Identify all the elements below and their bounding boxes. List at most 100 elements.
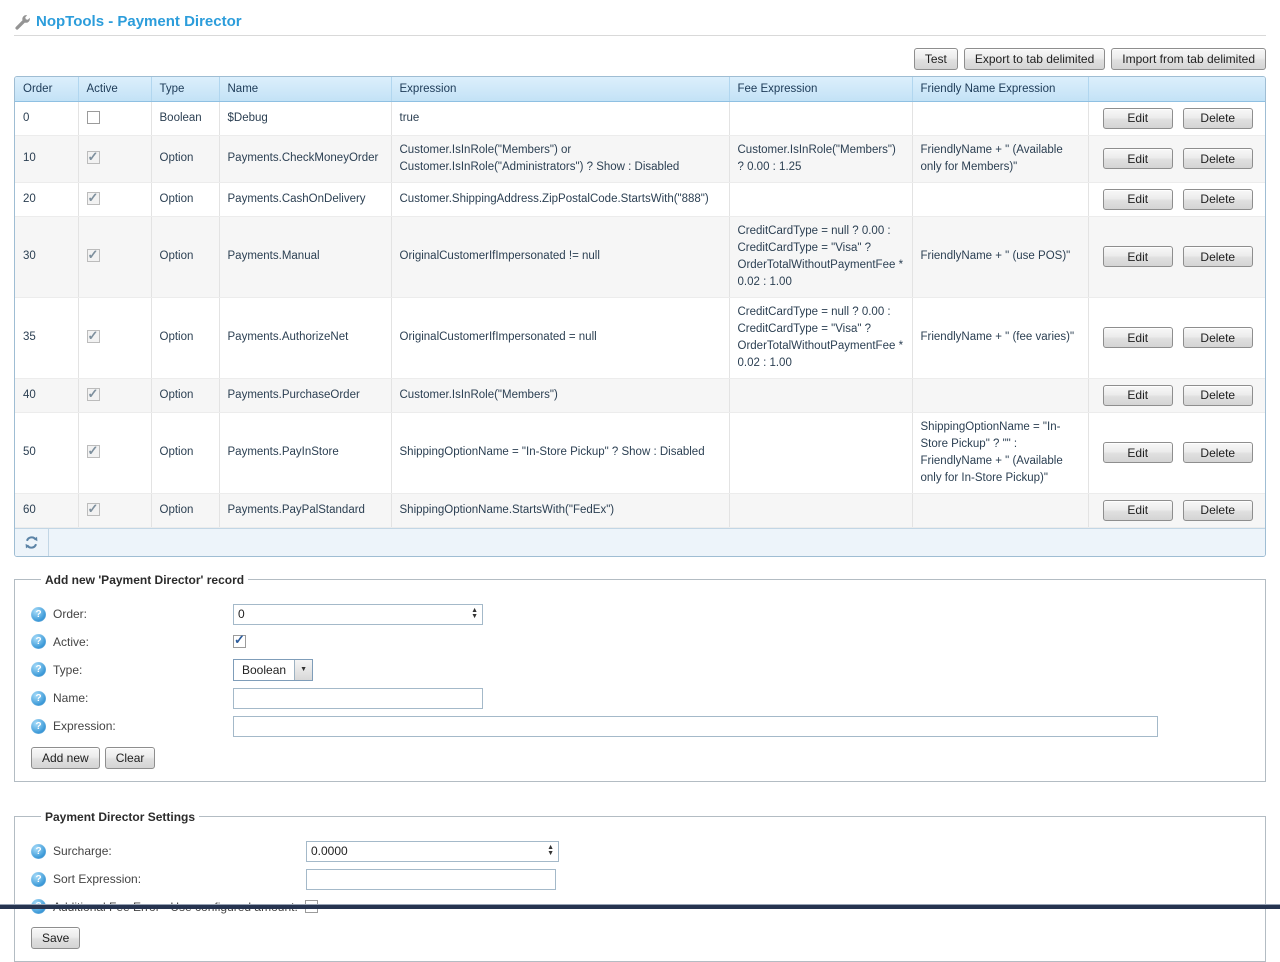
- active-checkbox: [87, 151, 100, 164]
- sort-expression-input[interactable]: [306, 869, 556, 890]
- cell-friendly-name-expression: FriendlyName + " (Available only for Mem…: [912, 135, 1088, 182]
- name-label: Name:: [53, 691, 88, 705]
- cell-type: Option: [151, 216, 219, 297]
- add-new-button[interactable]: Add new: [31, 747, 100, 769]
- cell-expression: Customer.ShippingAddress.ZipPostalCode.S…: [391, 182, 729, 216]
- help-icon[interactable]: [31, 719, 46, 734]
- col-header-name: Name: [219, 77, 391, 101]
- edit-button[interactable]: Edit: [1103, 148, 1173, 169]
- refresh-icon: [24, 538, 39, 553]
- delete-button[interactable]: Delete: [1183, 385, 1253, 406]
- cell-friendly-name-expression: [912, 182, 1088, 216]
- cell-type: Option: [151, 493, 219, 527]
- surcharge-row: Surcharge: ▲ ▼: [31, 841, 1251, 862]
- spinner-down-icon[interactable]: ▼: [547, 851, 554, 857]
- cell-name: Payments.CashOnDelivery: [219, 182, 391, 216]
- import-tab-delimited-button[interactable]: Import from tab delimited: [1111, 48, 1266, 70]
- cell-type: Option: [151, 378, 219, 412]
- order-label: Order:: [53, 607, 87, 621]
- cell-expression: Customer.IsInRole("Members") or Customer…: [391, 135, 729, 182]
- help-icon[interactable]: [31, 607, 46, 622]
- active-checkbox: [87, 445, 100, 458]
- active-checkbox: [87, 388, 100, 401]
- delete-button[interactable]: Delete: [1183, 500, 1253, 521]
- help-icon[interactable]: [31, 691, 46, 706]
- col-header-active: Active: [78, 77, 151, 101]
- grid-toolbar: Test Export to tab delimited Import from…: [14, 48, 1266, 70]
- add-record-legend: Add new 'Payment Director' record: [41, 573, 248, 587]
- table-row: 10 Option Payments.CheckMoneyOrder Custo…: [15, 135, 1266, 182]
- edit-button[interactable]: Edit: [1103, 442, 1173, 463]
- table-row: 50 Option Payments.PayInStore ShippingOp…: [15, 412, 1266, 493]
- save-button[interactable]: Save: [31, 927, 80, 949]
- grid-footer: [15, 528, 1266, 556]
- type-select[interactable]: Boolean: [233, 659, 313, 681]
- col-header-fee-expression: Fee Expression: [729, 77, 912, 101]
- cell-order: 60: [15, 493, 78, 527]
- edit-button[interactable]: Edit: [1103, 108, 1173, 129]
- type-select-value: Boolean: [234, 663, 294, 677]
- edit-button[interactable]: Edit: [1103, 189, 1173, 210]
- title-divider: [14, 35, 1266, 36]
- help-icon[interactable]: [31, 872, 46, 887]
- active-checkbox[interactable]: [87, 111, 100, 124]
- cell-type: Option: [151, 135, 219, 182]
- cell-fee-expression: [729, 493, 912, 527]
- delete-button[interactable]: Delete: [1183, 246, 1253, 267]
- help-icon[interactable]: [31, 662, 46, 677]
- active-checkbox: [87, 249, 100, 262]
- active-checkbox[interactable]: [233, 635, 246, 648]
- cell-order: 35: [15, 297, 78, 378]
- cell-order: 20: [15, 182, 78, 216]
- cell-name: Payments.AuthorizeNet: [219, 297, 391, 378]
- cell-fee-expression: CreditCardType = null ? 0.00 : CreditCar…: [729, 297, 912, 378]
- expression-label: Expression:: [53, 719, 116, 733]
- help-icon[interactable]: [31, 844, 46, 859]
- delete-button[interactable]: Delete: [1183, 148, 1253, 169]
- cell-fee-expression: Customer.IsInRole("Members") ? 0.00 : 1.…: [729, 135, 912, 182]
- cell-fee-expression: [729, 101, 912, 135]
- active-checkbox: [87, 192, 100, 205]
- cell-order: 0: [15, 101, 78, 135]
- name-input[interactable]: [233, 688, 483, 709]
- table-row: 60 Option Payments.PayPalStandard Shippi…: [15, 493, 1266, 527]
- edit-button[interactable]: Edit: [1103, 500, 1173, 521]
- delete-button[interactable]: Delete: [1183, 108, 1253, 129]
- settings-fieldset: Payment Director Settings Surcharge: ▲ ▼…: [14, 810, 1266, 962]
- cell-expression: Customer.IsInRole("Members"): [391, 378, 729, 412]
- edit-button[interactable]: Edit: [1103, 385, 1173, 406]
- table-row: 30 Option Payments.Manual OriginalCustom…: [15, 216, 1266, 297]
- cell-fee-expression: [729, 412, 912, 493]
- test-button[interactable]: Test: [914, 48, 958, 70]
- refresh-button[interactable]: [22, 533, 41, 552]
- cell-name: Payments.PurchaseOrder: [219, 378, 391, 412]
- cell-order: 10: [15, 135, 78, 182]
- name-row: Name:: [31, 688, 1251, 709]
- edit-button[interactable]: Edit: [1103, 246, 1173, 267]
- export-tab-delimited-button[interactable]: Export to tab delimited: [964, 48, 1105, 70]
- active-label: Active:: [53, 635, 89, 649]
- order-input[interactable]: [233, 604, 483, 625]
- cell-friendly-name-expression: [912, 101, 1088, 135]
- delete-button[interactable]: Delete: [1183, 189, 1253, 210]
- dropdown-arrow-icon[interactable]: [294, 660, 312, 680]
- delete-button[interactable]: Delete: [1183, 442, 1253, 463]
- expression-input[interactable]: [233, 716, 1158, 737]
- cell-order: 50: [15, 412, 78, 493]
- table-row: 0 Boolean $Debug true Edit Delete: [15, 101, 1266, 135]
- cell-type: Option: [151, 412, 219, 493]
- expression-row: Expression:: [31, 716, 1251, 737]
- delete-button[interactable]: Delete: [1183, 327, 1253, 348]
- col-header-actions: [1088, 77, 1266, 101]
- page-bottom-bar: [0, 904, 1280, 909]
- help-icon[interactable]: [31, 634, 46, 649]
- cell-expression: true: [391, 101, 729, 135]
- surcharge-input[interactable]: [306, 841, 559, 862]
- clear-button[interactable]: Clear: [105, 747, 156, 769]
- cell-expression: ShippingOptionName.StartsWith("FedEx"): [391, 493, 729, 527]
- spinner-down-icon[interactable]: ▼: [471, 614, 478, 620]
- edit-button[interactable]: Edit: [1103, 327, 1173, 348]
- col-header-friendly-name-expression: Friendly Name Expression: [912, 77, 1088, 101]
- payment-director-page: NopTools - Payment Director Test Export …: [0, 0, 1280, 962]
- type-row: Type: Boolean: [31, 659, 1251, 681]
